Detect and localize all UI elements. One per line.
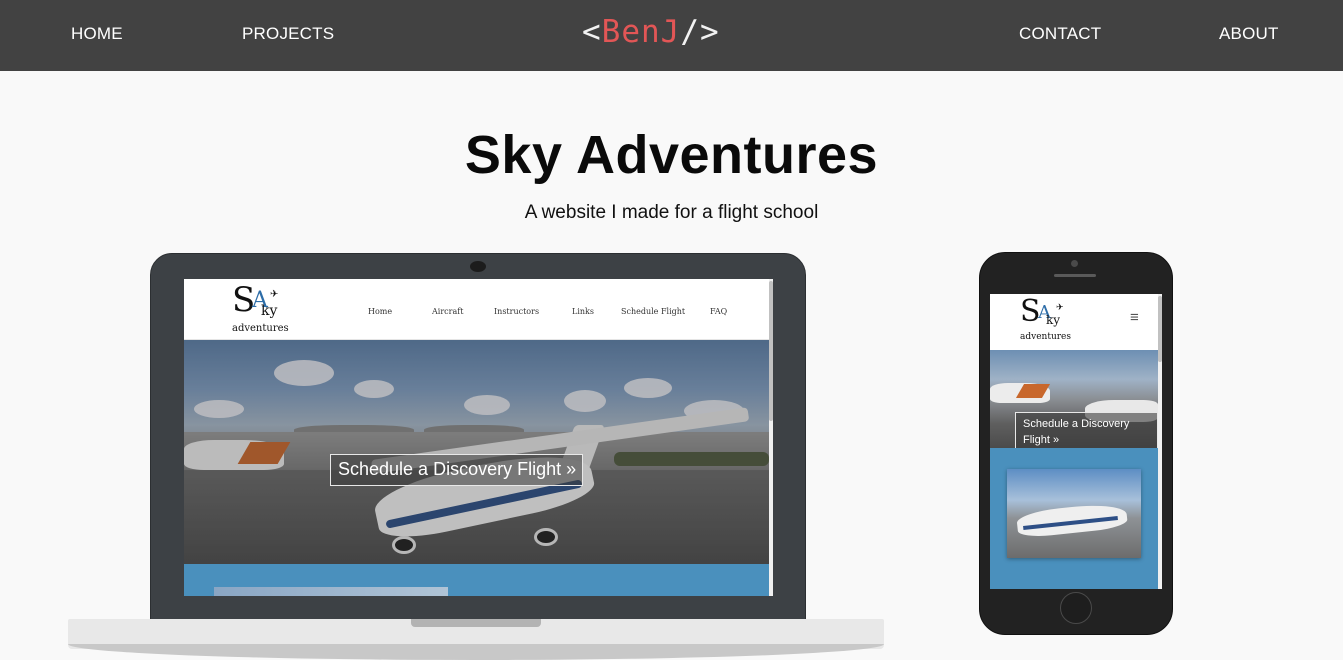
logo-name: BenJ (601, 14, 681, 50)
logo-ky: ky (1046, 313, 1061, 327)
site-logo[interactable]: <BenJ/> (582, 14, 720, 50)
scrollbar[interactable] (1158, 294, 1162, 589)
logo-close-bracket: /> (680, 14, 720, 50)
site-nav-home[interactable]: Home (368, 307, 392, 316)
nav-about-link[interactable]: ABOUT (1219, 24, 1279, 44)
laptop-screen: S A ky ✈ adventures Home Aircraft Instru… (184, 279, 773, 596)
laptop-camera (470, 261, 486, 272)
phone-speaker (1054, 274, 1096, 277)
airplane-icon: ✈ (270, 289, 279, 300)
page-subtitle: A website I made for a flight school (524, 202, 819, 223)
phone-screen: S A ky ✈ adventures ≡ Schedule a Discove… (990, 294, 1162, 589)
nav-home-link[interactable]: HOME (71, 24, 123, 44)
logo-open-bracket: < (582, 14, 602, 50)
phone-content-image (1007, 469, 1141, 558)
hero-overlay (184, 340, 769, 564)
site-nav-faq[interactable]: FAQ (710, 307, 727, 316)
site-nav-schedule-flight[interactable]: Schedule Flight (621, 307, 685, 316)
sky-adventures-logo[interactable]: S A ky ✈ adventures (1018, 294, 1078, 346)
phone-camera (1071, 260, 1078, 267)
hero-image: Schedule a Discovery Flight » (184, 340, 769, 564)
sky-adventures-logo[interactable]: S A ky ✈ adventures (224, 280, 294, 335)
site-nav-aircraft[interactable]: Aircraft (432, 307, 463, 316)
laptop-base-shadow (68, 644, 884, 660)
content-card (214, 587, 448, 596)
phone-home-button (1060, 592, 1092, 624)
schedule-discovery-flight-button[interactable]: Schedule a Discovery Flight » (330, 454, 584, 486)
nav-projects-link[interactable]: PROJECTS (242, 24, 334, 44)
logo-adventures: adventures (232, 323, 289, 334)
site-nav-instructors[interactable]: Instructors (494, 307, 539, 316)
airplane-icon: ✈ (1056, 302, 1064, 312)
hamburger-menu-icon[interactable]: ≡ (1130, 310, 1143, 325)
phone-site-header: S A ky ✈ adventures ≡ (990, 294, 1158, 350)
site-nav-links[interactable]: Links (572, 307, 594, 316)
logo-adventures: adventures (1020, 332, 1071, 342)
scrollbar-thumb[interactable] (1158, 296, 1162, 362)
logo-ky: ky (261, 303, 278, 319)
laptop-notch (411, 619, 541, 627)
scrollbar-thumb[interactable] (769, 281, 773, 421)
schedule-discovery-flight-button[interactable]: Schedule a Discovery Flight » (1015, 412, 1158, 453)
page-title: Sky Adventures (464, 125, 879, 185)
site-header: S A ky ✈ adventures Home Aircraft Instru… (184, 279, 769, 340)
nav-contact-link[interactable]: CONTACT (1019, 24, 1101, 44)
navbar: HOME PROJECTS <BenJ/> CONTACT ABOUT (0, 0, 1343, 71)
scrollbar[interactable] (769, 279, 773, 596)
